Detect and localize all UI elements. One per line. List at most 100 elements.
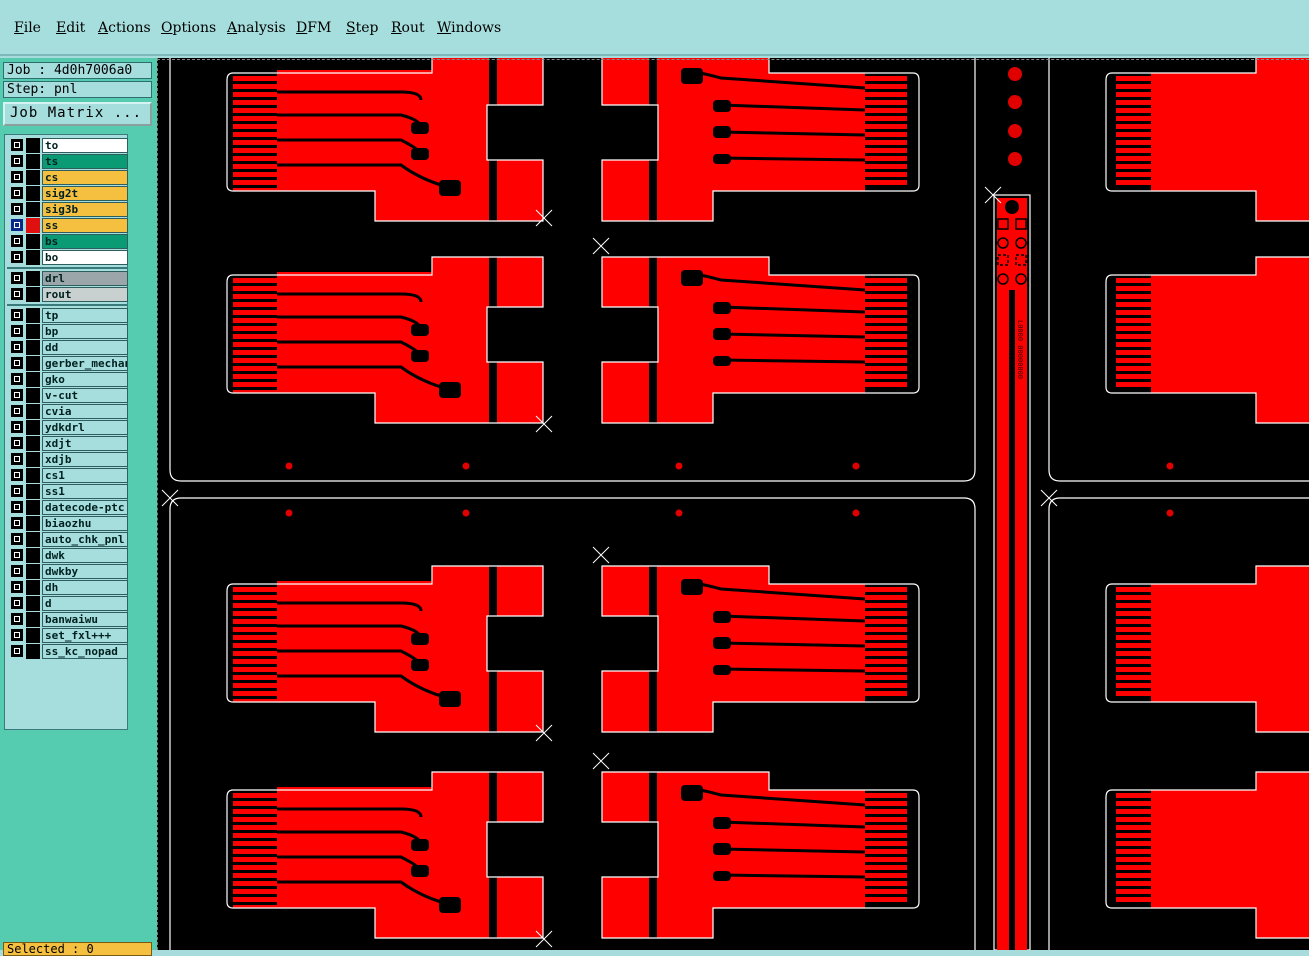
layer-color-swatch[interactable]: [26, 308, 40, 323]
menu-file[interactable]: File: [14, 20, 41, 36]
layer-checkbox[interactable]: [11, 309, 23, 321]
layer-checkbox[interactable]: [11, 219, 23, 231]
menu-options[interactable]: Options: [161, 20, 216, 36]
layer-checkbox[interactable]: [11, 421, 23, 433]
layer-checkbox[interactable]: [11, 251, 23, 263]
layer-row-rout[interactable]: rout: [7, 287, 128, 302]
layer-checkbox[interactable]: [11, 405, 23, 417]
layer-name[interactable]: ss1: [42, 484, 128, 499]
layer-row-ydkdrl[interactable]: ydkdrl: [7, 420, 128, 435]
layer-color-swatch[interactable]: [26, 564, 40, 579]
layer-name[interactable]: ydkdrl: [42, 420, 128, 435]
layer-color-swatch[interactable]: [26, 436, 40, 451]
menu-step[interactable]: Step: [346, 20, 378, 36]
menu-edit[interactable]: Edit: [56, 20, 85, 36]
layer-name[interactable]: dwk: [42, 548, 128, 563]
layer-checkbox[interactable]: [11, 533, 23, 545]
layer-color-swatch[interactable]: [26, 234, 40, 249]
layer-row-banwaiwu[interactable]: banwaiwu: [7, 612, 128, 627]
layer-row-ss1[interactable]: ss1: [7, 484, 128, 499]
layer-checkbox[interactable]: [11, 501, 23, 513]
layer-checkbox[interactable]: [11, 581, 23, 593]
layer-checkbox[interactable]: [11, 469, 23, 481]
layer-row-sig3b[interactable]: sig3b: [7, 202, 128, 217]
layer-color-swatch[interactable]: [26, 340, 40, 355]
layer-row-biaozhu[interactable]: biaozhu: [7, 516, 128, 531]
menu-analysis[interactable]: Analysis: [227, 20, 286, 36]
layer-name[interactable]: cs: [42, 170, 128, 185]
layer-name[interactable]: bp: [42, 324, 128, 339]
layer-color-swatch[interactable]: [26, 271, 40, 286]
layer-color-swatch[interactable]: [26, 388, 40, 403]
layer-row-gko[interactable]: gko: [7, 372, 128, 387]
layer-name[interactable]: rout: [42, 287, 128, 302]
layer-checkbox[interactable]: [11, 549, 23, 561]
layer-checkbox[interactable]: [11, 629, 23, 641]
layer-name[interactable]: sig3b: [42, 202, 128, 217]
layer-row-gerber-mechanical[interactable]: gerber_mechanical: [7, 356, 128, 371]
layer-name[interactable]: tp: [42, 308, 128, 323]
layer-checkbox[interactable]: [11, 357, 23, 369]
layer-color-swatch[interactable]: [26, 138, 40, 153]
layer-color-swatch[interactable]: [26, 452, 40, 467]
layer-row-bp[interactable]: bp: [7, 324, 128, 339]
layer-name[interactable]: cs1: [42, 468, 128, 483]
layer-row-drl[interactable]: drl: [7, 271, 128, 286]
layer-name[interactable]: bo: [42, 250, 128, 265]
layer-checkbox[interactable]: [11, 171, 23, 183]
layer-name[interactable]: biaozhu: [42, 516, 128, 531]
layer-color-swatch[interactable]: [26, 596, 40, 611]
layer-checkbox[interactable]: [11, 203, 23, 215]
layer-name[interactable]: ss_kc_nopad: [42, 644, 128, 659]
layer-row-ss[interactable]: ss: [7, 218, 128, 233]
layer-row-xdjb[interactable]: xdjb: [7, 452, 128, 467]
layer-color-swatch[interactable]: [26, 404, 40, 419]
layer-checkbox[interactable]: [11, 517, 23, 529]
layer-color-swatch[interactable]: [26, 250, 40, 265]
layer-checkbox[interactable]: [11, 453, 23, 465]
layer-row-ss-kc-nopad[interactable]: ss_kc_nopad: [7, 644, 128, 659]
layer-row-xdjt[interactable]: xdjt: [7, 436, 128, 451]
layer-name[interactable]: dd: [42, 340, 128, 355]
graphic-canvas[interactable]: L0000 00000000: [157, 53, 1309, 951]
menu-actions[interactable]: Actions: [98, 20, 151, 36]
layer-row-cs[interactable]: cs: [7, 170, 128, 185]
layer-row-datecode-ptc[interactable]: datecode-ptc: [7, 500, 128, 515]
layer-name[interactable]: banwaiwu: [42, 612, 128, 627]
layer-name[interactable]: v-cut: [42, 388, 128, 403]
layer-row-cs1[interactable]: cs1: [7, 468, 128, 483]
layer-checkbox[interactable]: [11, 645, 23, 657]
layer-row-sig2t[interactable]: sig2t: [7, 186, 128, 201]
layer-row-auto-chk-pnl[interactable]: auto_chk_pnl: [7, 532, 128, 547]
layer-checkbox[interactable]: [11, 613, 23, 625]
layer-name[interactable]: gerber_mechanical: [42, 356, 128, 371]
layer-color-swatch[interactable]: [26, 644, 40, 659]
layer-color-swatch[interactable]: [26, 154, 40, 169]
layer-row-set-fxl-[interactable]: set_fxl+++: [7, 628, 128, 643]
layer-color-swatch[interactable]: [26, 580, 40, 595]
layer-row-dd[interactable]: dd: [7, 340, 128, 355]
layer-name[interactable]: xdjb: [42, 452, 128, 467]
layer-checkbox[interactable]: [11, 565, 23, 577]
layer-color-swatch[interactable]: [26, 202, 40, 217]
layer-name[interactable]: cvia: [42, 404, 128, 419]
layer-color-swatch[interactable]: [26, 532, 40, 547]
layer-color-swatch[interactable]: [26, 324, 40, 339]
layer-checkbox[interactable]: [11, 272, 23, 284]
layer-row-bs[interactable]: bs: [7, 234, 128, 249]
layer-row-cvia[interactable]: cvia: [7, 404, 128, 419]
layer-color-swatch[interactable]: [26, 468, 40, 483]
layer-name[interactable]: drl: [42, 271, 128, 286]
layer-row-dh[interactable]: dh: [7, 580, 128, 595]
layer-name[interactable]: bs: [42, 234, 128, 249]
layer-checkbox[interactable]: [11, 389, 23, 401]
layer-row-dwk[interactable]: dwk: [7, 548, 128, 563]
layer-color-swatch[interactable]: [26, 612, 40, 627]
layer-color-swatch[interactable]: [26, 218, 40, 233]
layer-name[interactable]: ss: [42, 218, 128, 233]
layer-color-swatch[interactable]: [26, 628, 40, 643]
layer-color-swatch[interactable]: [26, 500, 40, 515]
layer-name[interactable]: xdjt: [42, 436, 128, 451]
layer-checkbox[interactable]: [11, 325, 23, 337]
layer-color-swatch[interactable]: [26, 372, 40, 387]
